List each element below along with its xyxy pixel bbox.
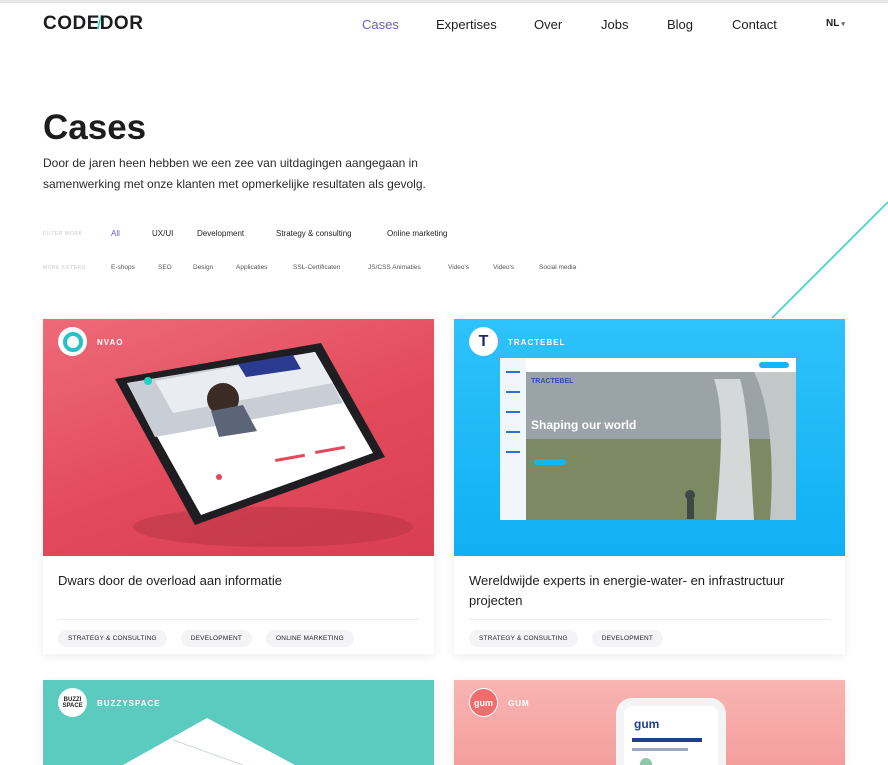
filter-work-label: FILTER WORK (43, 231, 83, 237)
filter-social-media[interactable]: Social media (539, 264, 576, 271)
filter-online-marketing[interactable]: Online marketing (387, 229, 447, 238)
filter-ux-ui[interactable]: UX/UI (152, 229, 173, 238)
more-filters-label: MORE FILTERS (43, 265, 86, 271)
case-card-tractebel[interactable]: TRACTEBEL Shaping our world T TRACTEBEL … (454, 319, 845, 654)
filter-js-css-animaties[interactable]: JS/CSS Animaties (368, 264, 421, 271)
tag[interactable]: STRATEGY & CONSULTING (58, 630, 167, 647)
filter-seo[interactable]: SEO (158, 264, 172, 271)
chevron-down-icon: ▾ (841, 21, 845, 28)
case-image-gum: gum gum GUM (454, 680, 845, 765)
case-image-tractebel: TRACTEBEL Shaping our world T TRACTEBEL (454, 319, 845, 556)
case-tags: STRATEGY & CONSULTING DEVELOPMENT (469, 630, 664, 647)
tag[interactable]: STRATEGY & CONSULTING (469, 630, 578, 647)
screen-brand: TRACTEBEL (531, 378, 574, 385)
page-intro: Door de jaren heen hebben we een zee van… (43, 156, 426, 191)
card-divider (58, 619, 419, 620)
tractebel-logo-badge: T (469, 327, 498, 356)
case-card-gum[interactable]: gum gum GUM (454, 680, 845, 765)
nav-jobs[interactable]: Jobs (601, 17, 628, 32)
filter-e-shops[interactable]: E-shops (111, 264, 135, 271)
logo-text-right: DOR (99, 13, 144, 34)
buzzyspace-image (123, 718, 295, 765)
filter-applicaties[interactable]: Applicaties (236, 264, 267, 271)
nav-expertises[interactable]: Expertises (436, 17, 497, 32)
nvao-logo-icon (62, 331, 83, 352)
tag[interactable]: ONLINE MARKETING (266, 630, 354, 647)
tag[interactable]: DEVELOPMENT (591, 630, 664, 647)
case-image-buzzyspace: BUZZI SPACE BUZZYSPACE (43, 680, 434, 765)
client-name: NVAO (97, 338, 124, 347)
language-label: NL (826, 18, 840, 29)
case-card-buzzyspace[interactable]: BUZZI SPACE BUZZYSPACE (43, 680, 434, 765)
phone-logo-text: gum (634, 717, 659, 731)
gum-logo-text: gum (474, 697, 493, 708)
gum-logo-badge: gum (469, 688, 498, 717)
buzzyspace-logo-text: BUZZI SPACE (62, 696, 83, 709)
case-title[interactable]: Wereldwijde experts in energie-water- en… (469, 571, 829, 611)
filter-videos-1[interactable]: Video's (448, 264, 469, 271)
nav-blog[interactable]: Blog (667, 17, 693, 32)
case-title[interactable]: Dwars door de overload aan informatie (58, 571, 418, 591)
nav-contact[interactable]: Contact (732, 17, 777, 32)
client-name: TRACTEBEL (508, 338, 566, 347)
filter-design[interactable]: Design (193, 264, 213, 271)
nav-cases[interactable]: Cases (362, 17, 399, 32)
case-tags: STRATEGY & CONSULTING DEVELOPMENT ONLINE… (58, 630, 354, 647)
logo-text-left: CODE (43, 13, 100, 34)
case-card-nvao[interactable]: NVAO Dwars door de overload aan informat… (43, 319, 434, 654)
page-title: Cases (43, 108, 147, 147)
case-image-nvao: NVAO (43, 319, 434, 556)
language-selector[interactable]: NL ▾ (826, 18, 845, 29)
nav-over[interactable]: Over (534, 17, 562, 32)
screen-heading: Shaping our world (531, 418, 636, 432)
filter-ssl-certificaten[interactable]: SSL-Certificaten (293, 264, 340, 271)
filter-strategy-consulting[interactable]: Strategy & consulting (276, 229, 352, 238)
client-name: GUM (508, 699, 530, 708)
phone-mockup-image: gum (616, 698, 726, 765)
filter-all[interactable]: All (111, 229, 120, 238)
filter-videos-2[interactable]: Video's (493, 264, 514, 271)
buzzyspace-logo-badge: BUZZI SPACE (58, 688, 87, 717)
tablet-mockup-image (115, 343, 413, 547)
filter-development[interactable]: Development (197, 229, 244, 238)
card-divider (469, 619, 830, 620)
tractebel-logo-letter: T (478, 332, 489, 350)
tag[interactable]: DEVELOPMENT (180, 630, 253, 647)
nvao-logo-badge (58, 327, 87, 356)
logo[interactable]: CODE/DOR (43, 13, 143, 35)
top-border (0, 0, 888, 3)
website-screenshot-image: TRACTEBEL Shaping our world (500, 358, 796, 520)
client-name: BUZZYSPACE (97, 699, 161, 708)
